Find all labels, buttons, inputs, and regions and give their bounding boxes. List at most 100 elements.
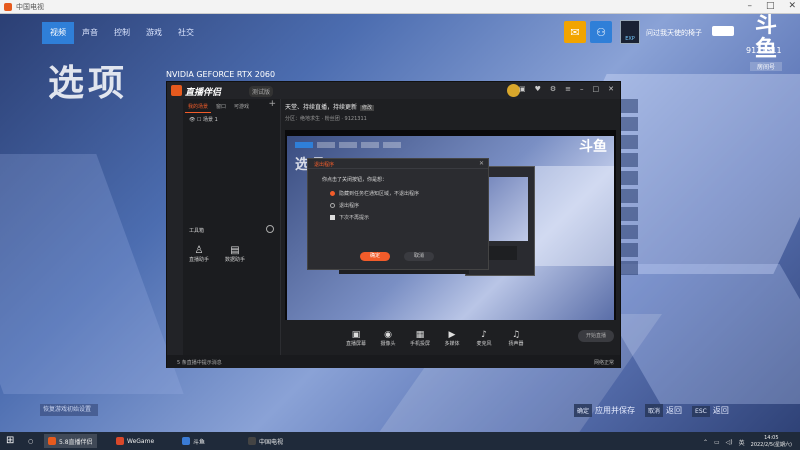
minimize-icon[interactable]: – — [580, 85, 584, 93]
outer-titlebar: 中国电视 – □ ✕ — [0, 0, 800, 14]
dialog-close-icon[interactable]: ✕ — [479, 160, 484, 167]
gift-icon[interactable]: ♥ — [535, 85, 541, 93]
back-action[interactable]: 取消 返回 — [645, 398, 682, 417]
stream-app-logo-icon — [171, 85, 182, 96]
mic-button[interactable]: ♪ 麦克风 — [473, 330, 495, 347]
camera-icon: ◉ — [384, 329, 392, 340]
ime-indicator[interactable]: 英 — [739, 438, 745, 447]
scene-item[interactable]: 👁 ☐ 场景 1 — [183, 113, 280, 126]
dialog-title: 退出程序 — [308, 159, 488, 169]
media-source-button[interactable]: ▶ 多媒体 — [441, 330, 463, 347]
system-tray: ⌃ ▭ ◁) 英 14:05 2022/2/5(星期六) — [703, 435, 792, 449]
option-exit[interactable]: 退出程序 — [308, 197, 488, 209]
taskbar-app-game[interactable]: 中国电视 — [244, 434, 287, 448]
stream-app-titlebar: 直播伴侣 测试版 ▣ ♥ ⚙ ≡ – □ ✕ — [167, 82, 620, 99]
tab-sound[interactable]: 声音 — [74, 22, 106, 44]
wegame-icon — [116, 437, 124, 445]
menu-icon[interactable]: ≡ — [565, 85, 571, 93]
stream-app-window: 直播伴侣 测试版 ▣ ♥ ⚙ ≡ – □ ✕ 我的场景 窗口 可游戏 + 👁 ☐… — [166, 81, 621, 368]
minimize-icon[interactable]: – — [747, 1, 752, 11]
maximize-icon[interactable]: □ — [593, 85, 600, 93]
windows-start-icon[interactable]: ⊞ — [6, 435, 14, 446]
live-companion-icon — [48, 437, 56, 445]
screen: 中国电视 – □ ✕ 视频 声音 控制 游戏 社交 选项 NVIDIA GEFO… — [0, 0, 800, 450]
settings-icon[interactable]: ⚙ — [550, 85, 556, 93]
search-icon[interactable]: ○ — [24, 434, 37, 448]
phone-icon: ▦ — [415, 329, 425, 340]
message-icon[interactable]: ▣ — [519, 85, 526, 93]
mail-icon[interactable]: ✉ — [564, 21, 586, 43]
stream-side-rail — [167, 99, 183, 355]
data-assistant-button[interactable]: ▤ 数据助手 — [225, 245, 245, 263]
maximize-icon[interactable]: □ — [766, 1, 775, 11]
avatar[interactable]: EXP — [620, 20, 640, 44]
screen-source-button[interactable]: ▣ 直播屏幕 — [345, 330, 367, 347]
checkbox-icon — [330, 215, 335, 220]
game-icon — [248, 437, 256, 445]
tab-game[interactable]: 游戏 — [138, 22, 170, 44]
radio-on-icon — [330, 191, 335, 196]
dialog-cancel-button[interactable]: 取消 — [404, 252, 434, 261]
app-icon — [4, 3, 12, 11]
window-title: 中国电视 — [16, 3, 44, 11]
data-icon: ▤ — [230, 245, 240, 256]
assistant-icon: ♙ — [194, 245, 204, 256]
room-title: 天堂、持续直播，持续更新 修改 — [285, 104, 375, 111]
user-name: 问过我天使的椅子 — [646, 29, 702, 37]
close-icon[interactable]: ✕ — [608, 85, 614, 93]
room-info: 天堂、持续直播，持续更新 修改 分区：绝地求生 · 粉丝团 · 9121311 — [285, 102, 615, 132]
dialog-question: 你点击了关闭按钮，你是想： — [322, 177, 388, 183]
close-icon[interactable]: ✕ — [788, 1, 796, 11]
tab-social[interactable]: 社交 — [170, 22, 202, 44]
mic-icon: ♪ — [481, 329, 487, 340]
friends-icon[interactable]: ⚇ — [590, 21, 612, 43]
live-assistant-button[interactable]: ♙ 直播助手 — [189, 245, 209, 263]
reset-defaults-button[interactable]: 恢复游戏初始设置 — [40, 404, 98, 416]
option-list-right — [620, 99, 638, 279]
clock[interactable]: 14:05 2022/2/5(星期六) — [751, 435, 792, 449]
volume-icon[interactable]: ◁) — [726, 439, 733, 446]
tab-window[interactable]: 窗口 — [213, 99, 229, 113]
tray-arrow-icon[interactable]: ⌃ — [703, 439, 708, 446]
douyu-icon — [182, 437, 190, 445]
preview-douyu-logo: 斗鱼 — [579, 139, 607, 155]
speaker-button[interactable]: ♫ 扬声器 — [505, 330, 527, 347]
dialog-ok-button[interactable]: 确定 — [360, 252, 390, 261]
game-tabs: 视频 声音 控制 游戏 社交 — [42, 22, 202, 44]
toolbox-toggle-icon[interactable] — [266, 225, 274, 233]
scene-panel: 我的场景 窗口 可游戏 + 👁 ☐ 场景 1 工具箱 ♙ 直播助手 ▤ 数据助手 — [183, 99, 281, 355]
media-icon: ▶ — [448, 329, 456, 340]
status-bar: 5 条直播中提示消息 网络正常 — [167, 355, 620, 368]
taskbar-app-wegame[interactable]: WeGame — [112, 434, 158, 448]
start-stream-button[interactable]: 开始直播 — [578, 330, 614, 342]
taskbar-app-douyu[interactable]: 斗鱼 — [178, 434, 209, 448]
apply-save-action[interactable]: 确定 应用并保存 — [574, 398, 635, 417]
add-scene-icon[interactable]: + — [268, 99, 280, 113]
stream-app-name: 直播伴侣 — [185, 88, 222, 98]
screen-icon: ▣ — [351, 329, 361, 340]
remember-checkbox[interactable]: 下次不再提示 — [308, 209, 488, 221]
version-badge: 测试版 — [249, 86, 274, 97]
camera-source-button[interactable]: ◉ 摄像头 — [377, 330, 399, 347]
tab-control[interactable]: 控制 — [106, 22, 138, 44]
source-controls: ▣ 直播屏幕 ◉ 摄像头 ▦ 手机投屏 ▶ 多媒体 ♪ 麦克风 ♫ 扬声器 — [285, 324, 616, 352]
speaker-icon: ♫ — [511, 329, 521, 340]
phone-source-button[interactable]: ▦ 手机投屏 — [409, 330, 431, 347]
network-icon[interactable]: ▭ — [714, 439, 720, 446]
toolbox-label: 工具箱 — [189, 228, 205, 234]
edit-title-button[interactable]: 修改 — [360, 105, 375, 111]
tab-games[interactable]: 可游戏 — [231, 99, 252, 113]
room-meta: 分区：绝地求生 · 粉丝团 · 9121311 — [285, 116, 367, 122]
network-status: 网络正常 — [593, 360, 614, 366]
esc-action[interactable]: ESC 返回 — [692, 398, 729, 417]
status-text: 5 条直播中提示消息 — [177, 360, 222, 366]
tab-video[interactable]: 视频 — [42, 22, 74, 44]
taskbar: ⊞ ○ 5.8直播伴侣 WeGame 斗鱼 中国电视 ⌃ ▭ ◁) 英 14:0… — [0, 432, 800, 450]
exit-dialog: 退出程序 ✕ 你点击了关闭按钮，你是想： 隐藏到任务栏通知区域，不退出程序 退出… — [307, 158, 489, 270]
option-minimize[interactable]: 隐藏到任务栏通知区域，不退出程序 — [308, 185, 488, 197]
tab-my-scene[interactable]: 我的场景 — [185, 99, 212, 113]
page-title: 选项 — [48, 63, 129, 104]
stream-preview[interactable]: 选项 斗鱼 退出程序 ✕ 你点击了关闭按钮，你是想： 隐藏到任务栏通知区域，不退… — [285, 130, 616, 320]
taskbar-app-live-companion[interactable]: 5.8直播伴侣 — [44, 434, 97, 448]
gpu-name: NVIDIA GEFORCE RTX 2060 — [166, 70, 276, 79]
